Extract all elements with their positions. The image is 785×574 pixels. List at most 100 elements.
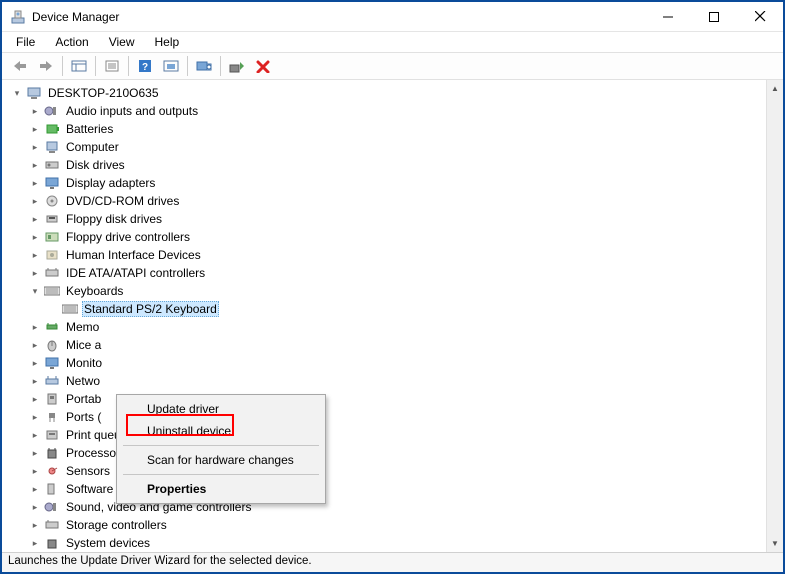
minimize-button[interactable]	[645, 2, 691, 31]
root-label: DESKTOP-210O635	[46, 85, 161, 101]
expand-icon[interactable]: ▸	[28, 158, 42, 172]
tree-category[interactable]: ▸Batteries	[2, 120, 766, 138]
tree-category[interactable]: ▸ Computer	[2, 138, 766, 156]
expand-icon[interactable]: ▸	[28, 356, 42, 370]
tree-category[interactable]: ▸ Disk drives	[2, 156, 766, 174]
show-hide-console-button[interactable]	[67, 54, 91, 78]
expand-icon[interactable]: ▸	[28, 518, 42, 532]
tree-category[interactable]: ▸Monito	[2, 354, 766, 372]
scroll-track[interactable]	[767, 97, 783, 535]
device-category-icon	[44, 355, 60, 371]
device-label: Standard PS/2 Keyboard	[82, 301, 219, 317]
device-category-icon	[44, 517, 60, 533]
device-category-icon	[44, 535, 60, 551]
expand-icon[interactable]: ▸	[28, 446, 42, 460]
expand-icon[interactable]: ▸	[28, 374, 42, 388]
scroll-up-icon[interactable]: ▲	[767, 80, 783, 97]
tree-category[interactable]: ▸ Memo	[2, 318, 766, 336]
expand-icon[interactable]: ▸	[28, 410, 42, 424]
tree-category[interactable]: ▸DVD/CD-ROM drives	[2, 192, 766, 210]
menubar: File Action View Help	[2, 32, 783, 52]
expand-icon[interactable]: ▸	[28, 482, 42, 496]
category-label: Computer	[64, 139, 121, 155]
device-category-icon	[44, 445, 60, 461]
menu-help[interactable]: Help	[147, 34, 188, 50]
category-label: Human Interface Devices	[64, 247, 203, 263]
computer-icon	[26, 85, 42, 101]
tree-category[interactable]: ▸IDE ATA/ATAPI controllers	[2, 264, 766, 282]
device-category-icon	[44, 265, 60, 281]
toolbar-separator	[220, 56, 221, 76]
expand-icon[interactable]: ▸	[28, 248, 42, 262]
tree-category[interactable]: ▸System devices	[2, 534, 766, 552]
category-label: Keyboards	[64, 283, 125, 299]
expand-icon[interactable]: ▸	[28, 464, 42, 478]
expand-icon[interactable]: ▸	[28, 122, 42, 136]
vertical-scrollbar[interactable]: ▲ ▼	[766, 80, 783, 552]
category-label: Portab	[64, 391, 103, 407]
expand-icon[interactable]: ▸	[28, 428, 42, 442]
expand-icon[interactable]: ▸	[28, 500, 42, 514]
category-label: Memo	[64, 319, 101, 335]
expand-icon[interactable]: ▸	[28, 230, 42, 244]
menu-file[interactable]: File	[8, 34, 43, 50]
content-area: ▾ DESKTOP-210O635 ▸ Audio inputs and outp…	[2, 80, 783, 552]
tree-category[interactable]: ▸ Display adapters	[2, 174, 766, 192]
keyboard-icon	[44, 283, 60, 299]
back-button[interactable]	[8, 54, 32, 78]
tree-category[interactable]: ▸ Human Interface Devices	[2, 246, 766, 264]
ctx-scan-hardware[interactable]: Scan for hardware changes	[119, 449, 323, 471]
device-category-icon	[44, 499, 60, 515]
tree-category[interactable]: ▸Floppy drive controllers	[2, 228, 766, 246]
tree-category[interactable]: ▸Mice a	[2, 336, 766, 354]
device-category-icon	[44, 373, 60, 389]
update-driver-button[interactable]	[225, 54, 249, 78]
collapse-icon[interactable]: ▾	[10, 86, 24, 100]
device-category-icon	[44, 247, 60, 263]
forward-button[interactable]	[34, 54, 58, 78]
menu-action[interactable]: Action	[47, 34, 96, 50]
window-title: Device Manager	[32, 10, 645, 24]
menu-view[interactable]: View	[101, 34, 143, 50]
expand-icon[interactable]: ▸	[28, 320, 42, 334]
tree-category-keyboards[interactable]: ▾ Keyboards	[2, 282, 766, 300]
window-controls	[645, 2, 783, 31]
expand-icon[interactable]: ▸	[28, 266, 42, 280]
expand-icon[interactable]: ▸	[28, 140, 42, 154]
toolbar-separator	[128, 56, 129, 76]
help-button[interactable]: ?	[133, 54, 157, 78]
device-category-icon	[44, 463, 60, 479]
category-label: Audio inputs and outputs	[64, 103, 200, 119]
properties-button[interactable]	[100, 54, 124, 78]
expand-icon[interactable]: ▸	[28, 194, 42, 208]
show-hidden-button[interactable]	[159, 54, 183, 78]
tree-category[interactable]: ▸ Audio inputs and outputs	[2, 102, 766, 120]
statusbar: Launches the Update Driver Wizard for th…	[2, 552, 783, 572]
category-label: Disk drives	[64, 157, 127, 173]
tree-root[interactable]: ▾ DESKTOP-210O635	[2, 84, 766, 102]
ctx-uninstall-device[interactable]: Uninstall device	[119, 420, 323, 442]
ctx-properties[interactable]: Properties	[119, 478, 323, 500]
expand-icon[interactable]: ▸	[28, 338, 42, 352]
tree-category[interactable]: ▸Netwo	[2, 372, 766, 390]
expand-icon[interactable]: ▸	[28, 392, 42, 406]
tree-category[interactable]: ▸Floppy disk drives	[2, 210, 766, 228]
category-label: Display adapters	[64, 175, 157, 191]
device-category-icon	[44, 157, 60, 173]
tree-device-standard-ps2-keyboard[interactable]: Standard PS/2 Keyboard	[2, 300, 766, 318]
category-label: Sensors	[64, 463, 112, 479]
expand-icon[interactable]: ▸	[28, 212, 42, 226]
device-category-icon	[44, 121, 60, 137]
close-button[interactable]	[737, 2, 783, 31]
tree-category[interactable]: ▸Storage controllers	[2, 516, 766, 534]
expand-icon[interactable]: ▸	[28, 536, 42, 550]
collapse-icon[interactable]: ▾	[28, 284, 42, 298]
status-text: Launches the Update Driver Wizard for th…	[8, 555, 312, 567]
ctx-update-driver[interactable]: Update driver	[119, 398, 323, 420]
scroll-down-icon[interactable]: ▼	[767, 535, 783, 552]
maximize-button[interactable]	[691, 2, 737, 31]
uninstall-button[interactable]	[251, 54, 275, 78]
scan-hardware-button[interactable]	[192, 54, 216, 78]
expand-icon[interactable]: ▸	[28, 104, 42, 118]
expand-icon[interactable]: ▸	[28, 176, 42, 190]
